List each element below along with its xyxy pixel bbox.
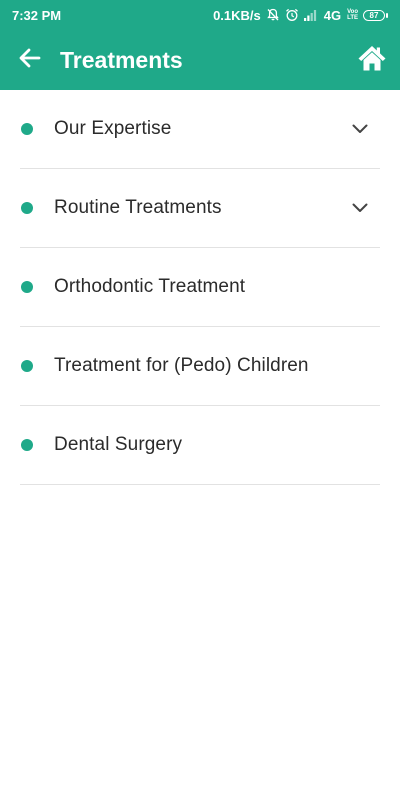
home-button[interactable] xyxy=(350,38,394,82)
battery-level: 87 xyxy=(363,9,385,21)
network-type: 4G xyxy=(323,7,342,23)
treatments-list: Our Expertise Routine Treatments Orthodo… xyxy=(20,90,380,485)
battery-tip xyxy=(386,12,388,18)
list-item-label: Orthodontic Treatment xyxy=(54,276,246,297)
battery-icon: 87 xyxy=(363,9,388,21)
list-item-label: Our Expertise xyxy=(54,118,172,139)
status-bar: 7:32 PM 0.1KB/s 4G Voo LTE 87 xyxy=(0,0,400,30)
bullet-dot xyxy=(21,123,33,135)
list-item-dental-surgery[interactable]: Dental Surgery xyxy=(20,406,380,485)
arrow-left-icon xyxy=(17,45,43,76)
status-icons: 0.1KB/s 4G Voo LTE 87 xyxy=(213,8,388,23)
notifications-off-icon xyxy=(266,8,280,22)
volte-indicator: Voo LTE xyxy=(347,9,358,21)
list-item-routine-treatments[interactable]: Routine Treatments xyxy=(20,169,380,248)
screen: 7:32 PM 0.1KB/s 4G Voo LTE 87 Treatments… xyxy=(0,0,400,800)
bullet-dot xyxy=(21,202,33,214)
back-button[interactable] xyxy=(8,38,52,82)
volte-bottom: LTE xyxy=(347,15,358,21)
bullet-dot xyxy=(21,360,33,372)
page-title: Treatments xyxy=(60,46,183,73)
list-item-our-expertise[interactable]: Our Expertise xyxy=(20,90,380,169)
app-bar: Treatments xyxy=(0,30,400,90)
chevron-down-icon[interactable] xyxy=(350,198,370,218)
list-item-orthodontic-treatment[interactable]: Orthodontic Treatment xyxy=(20,248,380,327)
list-item-pedo-children[interactable]: Treatment for (Pedo) Children xyxy=(20,327,380,406)
list-item-label: Dental Surgery xyxy=(54,434,183,455)
bullet-dot xyxy=(21,439,33,451)
bullet-dot xyxy=(21,281,33,293)
header: 7:32 PM 0.1KB/s 4G Voo LTE 87 Treatments xyxy=(0,0,400,90)
status-time: 7:32 PM xyxy=(12,7,62,23)
list-item-label: Routine Treatments xyxy=(54,197,222,218)
home-icon xyxy=(357,44,387,77)
net-speed: 0.1KB/s xyxy=(213,7,261,23)
list-item-label: Treatment for (Pedo) Children xyxy=(54,355,309,376)
chevron-down-icon[interactable] xyxy=(350,119,370,139)
signal-icon xyxy=(303,8,319,22)
alarm-icon xyxy=(285,8,299,22)
